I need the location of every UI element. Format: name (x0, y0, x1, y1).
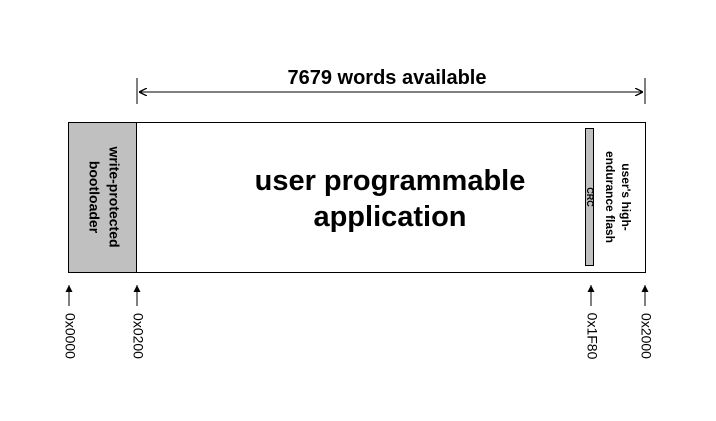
application-label-line1: user programmable (255, 165, 526, 197)
high-endurance-label-line2: endurance flash (603, 151, 617, 243)
address-label-2: 0x1F80 (584, 313, 600, 360)
bootloader-label-line2: bootloader (86, 161, 102, 234)
address-label-1: 0x0200 (130, 313, 146, 359)
memory-block (68, 122, 646, 273)
address-label-3: 0x2000 (638, 313, 654, 359)
address-marker-1: 0x0200 (130, 285, 146, 359)
high-endurance-label-line1: user's high- (619, 163, 633, 231)
memory-map-diagram: 7679 words available write-protected boo… (62, 67, 654, 360)
bootloader-label-line1: write-protected (106, 145, 122, 247)
application-label-line2: application (313, 201, 466, 233)
address-label-0: 0x0000 (62, 313, 78, 359)
span-label: 7679 words available (287, 67, 486, 89)
address-marker-2: 0x1F80 (584, 285, 600, 360)
crc-label: CRC (585, 187, 595, 207)
address-marker-0: 0x0000 (62, 285, 78, 359)
address-marker-3: 0x2000 (638, 285, 654, 359)
